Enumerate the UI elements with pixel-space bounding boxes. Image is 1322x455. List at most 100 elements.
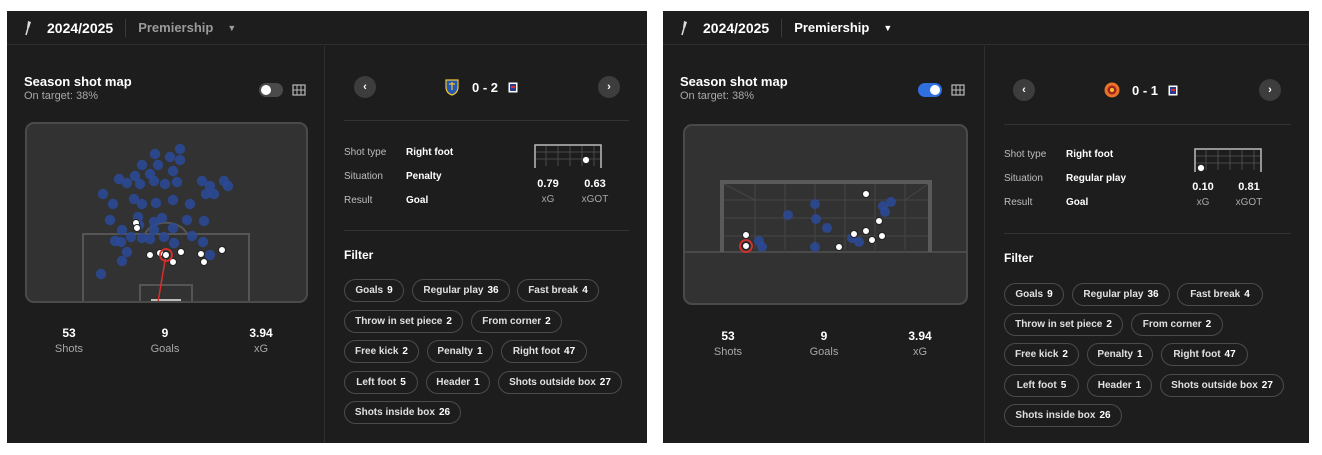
goal-shot-map[interactable] xyxy=(683,124,968,305)
filter-chip-shots-inside-box[interactable]: Shots inside box 26 xyxy=(1004,404,1122,427)
shot-marker[interactable] xyxy=(181,214,193,226)
goal-marker[interactable] xyxy=(868,236,876,244)
shot-marker[interactable] xyxy=(197,236,209,248)
shot-marker[interactable] xyxy=(878,201,888,211)
shot-marker[interactable] xyxy=(167,222,179,234)
shot-marker[interactable] xyxy=(152,159,164,171)
goal-marker[interactable] xyxy=(218,246,226,254)
next-shot-button[interactable]: › xyxy=(598,76,620,98)
filter-chip-left-foot[interactable]: Left foot 5 xyxy=(344,371,418,394)
filter-chip-goals[interactable]: Goals 9 xyxy=(344,279,404,302)
shot-marker[interactable] xyxy=(150,197,162,209)
filter-chip-penalty[interactable]: Penalty 1 xyxy=(1087,343,1153,366)
previous-shot-button[interactable]: ‹ xyxy=(354,76,376,98)
filter-chip-free-kick[interactable]: Free kick 2 xyxy=(344,340,419,363)
goal-marker[interactable] xyxy=(742,231,750,239)
shot-marker[interactable] xyxy=(186,230,198,242)
goal-marker[interactable] xyxy=(146,251,154,259)
league-selector[interactable]: Premiership xyxy=(794,20,869,35)
shot-marker[interactable] xyxy=(167,194,179,206)
filter-chip-throw-in[interactable]: Throw in set piece 2 xyxy=(1004,313,1123,336)
goal-marker[interactable] xyxy=(133,224,141,232)
filter-chip-regular-play[interactable]: Regular play 36 xyxy=(1072,283,1170,306)
shot-marker[interactable] xyxy=(811,214,821,224)
chevron-down-icon[interactable]: ▼ xyxy=(883,23,892,33)
shot-marker[interactable] xyxy=(204,249,216,261)
filter-chip-from-corner[interactable]: From corner 2 xyxy=(471,310,562,333)
shot-marker[interactable] xyxy=(174,154,186,166)
filter-chip-from-corner[interactable]: From corner 2 xyxy=(1131,313,1223,336)
filter-chip-header[interactable]: Header 1 xyxy=(1087,374,1152,397)
shot-marker[interactable] xyxy=(164,151,176,163)
goal-view-icon[interactable] xyxy=(951,84,965,96)
filter-chip-throw-in[interactable]: Throw in set piece 2 xyxy=(344,310,463,333)
shot-marker[interactable] xyxy=(171,176,183,188)
filter-chip-regular-play[interactable]: Regular play 36 xyxy=(412,279,510,302)
filter-chip-goals[interactable]: Goals 9 xyxy=(1004,283,1064,306)
shot-marker[interactable] xyxy=(222,180,234,192)
shot-marker[interactable] xyxy=(104,214,116,226)
filter-chip-shots-outside-box[interactable]: Shots outside box 27 xyxy=(1160,374,1284,397)
selected-goal-marker[interactable] xyxy=(162,251,170,259)
next-shot-button[interactable]: › xyxy=(1259,79,1281,101)
shot-marker[interactable] xyxy=(125,231,137,243)
filter-chip-fast-break[interactable]: Fast break 4 xyxy=(517,279,599,302)
goal-marker[interactable] xyxy=(177,248,185,256)
shot-marker[interactable] xyxy=(144,233,156,245)
shot-marker[interactable] xyxy=(810,199,820,209)
shot-marker[interactable] xyxy=(159,178,171,190)
shot-marker[interactable] xyxy=(109,235,121,247)
shot-marker[interactable] xyxy=(810,242,820,252)
filter-chip-free-kick[interactable]: Free kick 2 xyxy=(1004,343,1079,366)
filter-chip-penalty[interactable]: Penalty 1 xyxy=(427,340,493,363)
filter-chip-shots-outside-box[interactable]: Shots outside box 27 xyxy=(498,371,622,394)
shot-marker[interactable] xyxy=(158,231,170,243)
shot-marker[interactable] xyxy=(116,224,128,236)
filter-chip-left-foot[interactable]: Left foot 5 xyxy=(1004,374,1079,397)
shot-marker[interactable] xyxy=(822,223,832,233)
shot-marker[interactable] xyxy=(148,224,160,236)
goal-marker[interactable] xyxy=(875,217,883,225)
shot-marker[interactable] xyxy=(148,175,160,187)
league-selector[interactable]: Premiership xyxy=(138,20,213,35)
shot-marker[interactable] xyxy=(168,237,180,249)
view-toggle[interactable] xyxy=(259,83,283,97)
filter-chip-fast-break[interactable]: Fast break 4 xyxy=(1177,283,1263,306)
shot-marker[interactable] xyxy=(167,165,179,177)
shot-marker[interactable] xyxy=(121,177,133,189)
goal-marker[interactable] xyxy=(862,190,870,198)
goal-marker[interactable] xyxy=(200,258,208,266)
view-toggle[interactable] xyxy=(918,83,942,97)
shot-marker[interactable] xyxy=(184,198,196,210)
pitch-shot-map[interactable] xyxy=(25,122,308,303)
goal-marker[interactable] xyxy=(835,243,843,251)
filter-chip-right-foot[interactable]: Right foot 47 xyxy=(1161,343,1248,366)
shot-marker[interactable] xyxy=(854,237,864,247)
filter-chip-right-foot[interactable]: Right foot 47 xyxy=(501,340,587,363)
chevron-down-icon[interactable]: ▼ xyxy=(227,23,236,33)
shot-marker[interactable] xyxy=(757,242,767,252)
shot-marker[interactable] xyxy=(134,178,146,190)
shot-marker[interactable] xyxy=(208,188,220,200)
shot-marker[interactable] xyxy=(149,148,161,160)
shot-marker[interactable] xyxy=(198,215,210,227)
shot-marker[interactable] xyxy=(174,143,186,155)
filter-chip-shots-inside-box[interactable]: Shots inside box 26 xyxy=(344,401,461,424)
shot-marker[interactable] xyxy=(136,159,148,171)
goal-marker[interactable] xyxy=(862,227,870,235)
shot-marker[interactable] xyxy=(121,246,133,258)
goal-marker[interactable] xyxy=(850,230,858,238)
filter-chip-header[interactable]: Header 1 xyxy=(426,371,490,394)
shot-marker[interactable] xyxy=(783,210,793,220)
goal-marker[interactable] xyxy=(878,232,886,240)
shot-marker[interactable] xyxy=(97,188,109,200)
goal-marker[interactable] xyxy=(742,242,750,250)
goal-marker[interactable] xyxy=(197,250,205,258)
season-selector[interactable]: 2024/2025 xyxy=(47,20,113,36)
shot-marker[interactable] xyxy=(136,198,148,210)
season-selector[interactable]: 2024/2025 xyxy=(703,20,769,36)
goal-view-icon[interactable] xyxy=(292,84,306,96)
previous-shot-button[interactable]: ‹ xyxy=(1013,79,1035,101)
shot-marker[interactable] xyxy=(107,198,119,210)
shot-marker[interactable] xyxy=(116,255,128,267)
